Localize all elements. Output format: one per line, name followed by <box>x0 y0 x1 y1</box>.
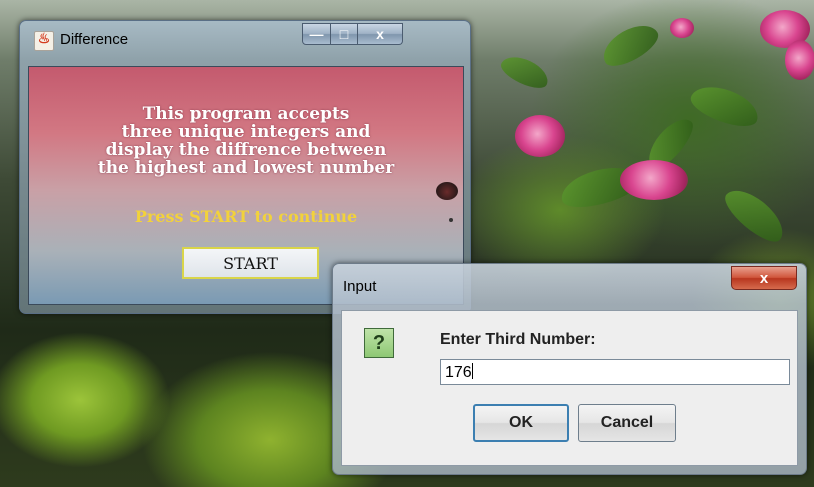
maximize-button[interactable]: □ <box>331 23 358 45</box>
window-title: Difference <box>60 31 129 48</box>
program-description: This program accepts three unique intege… <box>97 104 395 178</box>
text-caret <box>471 363 473 379</box>
java-app-icon: ♨ <box>34 30 54 51</box>
question-icon: ? <box>364 328 394 358</box>
ok-button[interactable]: OK <box>473 404 569 442</box>
number-input-value: 176 <box>445 364 472 381</box>
close-button[interactable]: x <box>358 23 403 45</box>
decorative-face-icon <box>436 182 458 200</box>
input-dialog: Input x ? Enter Third Number: 176 OK Can… <box>332 263 807 475</box>
dialog-title: Input <box>343 278 377 295</box>
minimize-button[interactable]: — <box>302 23 331 45</box>
dialog-content-panel: ? Enter Third Number: 176 OK Cancel <box>341 310 798 466</box>
start-button[interactable]: START <box>182 247 319 279</box>
input-prompt-label: Enter Third Number: <box>440 331 596 348</box>
dialog-close-button[interactable]: x <box>731 266 797 290</box>
window-caption-buttons: — □ x <box>302 23 403 45</box>
number-input-field[interactable]: 176 <box>440 359 790 385</box>
press-start-instruction: Press START to continue <box>134 207 358 226</box>
cancel-button[interactable]: Cancel <box>578 404 676 442</box>
